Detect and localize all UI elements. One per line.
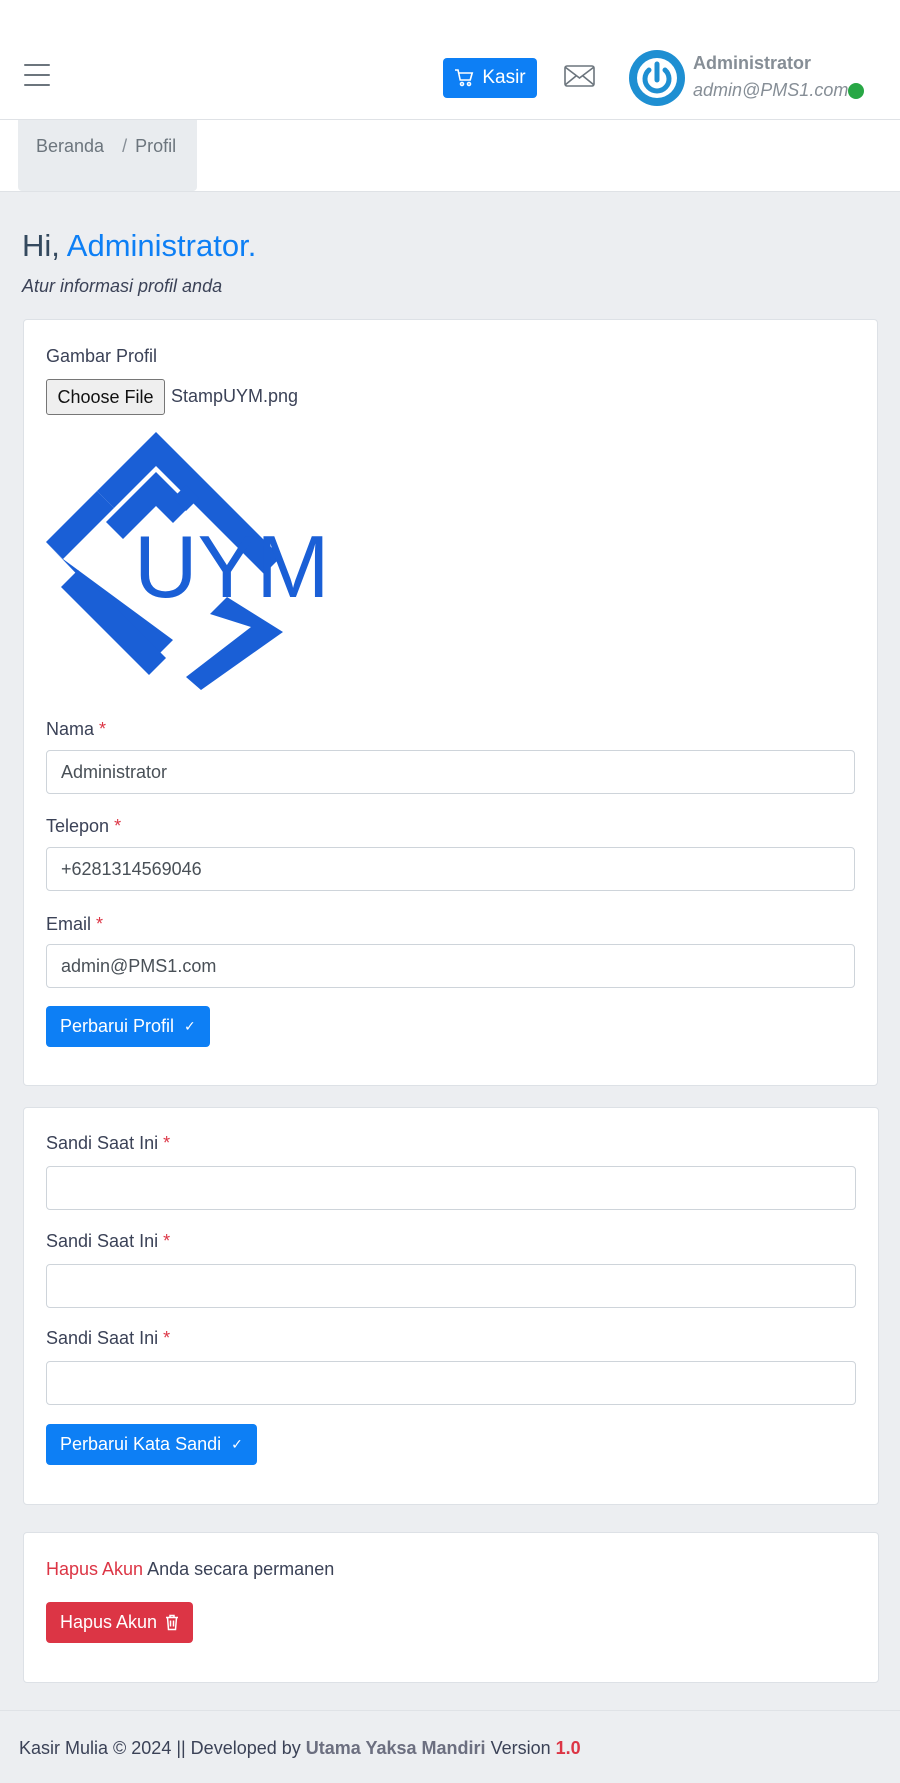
online-status-dot [848,83,864,99]
kasir-button[interactable]: Kasir [443,58,537,98]
logo-text: UYM [134,517,330,616]
delete-account-emphasis: Hapus Akun [46,1559,144,1579]
user-name: Administrator [693,53,812,73]
required-mark: * [163,1133,171,1153]
email-input[interactable] [46,944,855,988]
footer-prefix: Kasir Mulia © 2024 || Developed by [19,1738,301,1758]
footer-developer-link[interactable]: Utama Yaksa Mandiri [306,1738,486,1758]
breadcrumb-home-link[interactable]: Beranda [36,136,104,157]
required-mark: * [163,1231,171,1251]
delete-account-rest: Anda secara permanen [147,1559,335,1579]
footer-version-label: Version [490,1738,551,1758]
confirm-password-input[interactable] [46,1361,856,1405]
required-mark: * [114,816,122,836]
password-card: Sandi Saat Ini * Sandi Saat Ini * Sandi … [23,1107,879,1505]
update-password-button[interactable]: Perbarui Kata Sandi ✓ [46,1424,257,1465]
cart-icon [455,69,474,87]
phone-input[interactable] [46,847,855,891]
phone-label: Telepon * [46,816,122,836]
profile-picture-logo: UYM [46,432,330,690]
update-profile-button[interactable]: Perbarui Profil ✓ [46,1006,210,1047]
required-mark: * [163,1328,171,1348]
update-profile-label: Perbarui Profil [60,1016,175,1036]
avatar[interactable] [629,50,685,106]
required-mark: * [96,914,104,934]
footer-text: Kasir Mulia © 2024 || Developed by Utama… [19,1738,581,1759]
power-icon [632,53,682,103]
page-subtitle: Atur informasi profil anda [22,276,223,296]
greeting-hi: Hi, [22,228,60,263]
profile-picture-label: Gambar Profil [46,346,158,366]
email-label: Email * [46,914,104,934]
file-name: StampUYM.png [171,386,299,406]
confirm-password-label: Sandi Saat Ini * [46,1328,171,1348]
user-email: admin@PMS1.com [693,80,849,100]
check-icon: ✓ [184,1018,196,1034]
hamburger-icon[interactable] [24,64,50,86]
breadcrumb-current: Profil [135,136,177,156]
footer: Kasir Mulia © 2024 || Developed by Utama… [0,1710,900,1783]
top-navbar: Kasir Administrator admin@PMS1.com [0,0,900,120]
page-title: Hi, Administrator. [22,228,256,264]
new-password-input[interactable] [46,1264,856,1308]
kasir-label: Kasir [482,67,526,88]
name-label: Nama * [46,719,107,739]
new-password-label: Sandi Saat Ini * [46,1231,171,1251]
breadcrumb: Beranda / Profil [18,120,197,191]
delete-account-label: Hapus Akun [60,1612,158,1632]
profile-card: Gambar Profil Choose File StampUYM.png U… [23,319,878,1086]
trash-icon [166,1614,179,1631]
required-mark: * [99,719,107,739]
update-password-label: Perbarui Kata Sandi [60,1434,222,1454]
check-icon: ✓ [231,1436,243,1452]
mail-icon[interactable] [564,64,595,88]
greeting-name: Administrator. [66,228,257,263]
delete-account-card: Hapus Akun Anda secara permanen Hapus Ak… [23,1532,879,1683]
footer-version: 1.0 [555,1738,581,1758]
current-password-label: Sandi Saat Ini * [46,1133,171,1153]
breadcrumb-separator: / [122,136,128,156]
delete-account-text: Hapus Akun Anda secara permanen [46,1559,334,1580]
name-input[interactable] [46,750,855,794]
choose-file-button[interactable]: Choose File [46,379,165,415]
breadcrumb-bar: Beranda / Profil [0,120,900,192]
current-password-input[interactable] [46,1166,856,1210]
delete-account-button[interactable]: Hapus Akun [46,1602,194,1643]
